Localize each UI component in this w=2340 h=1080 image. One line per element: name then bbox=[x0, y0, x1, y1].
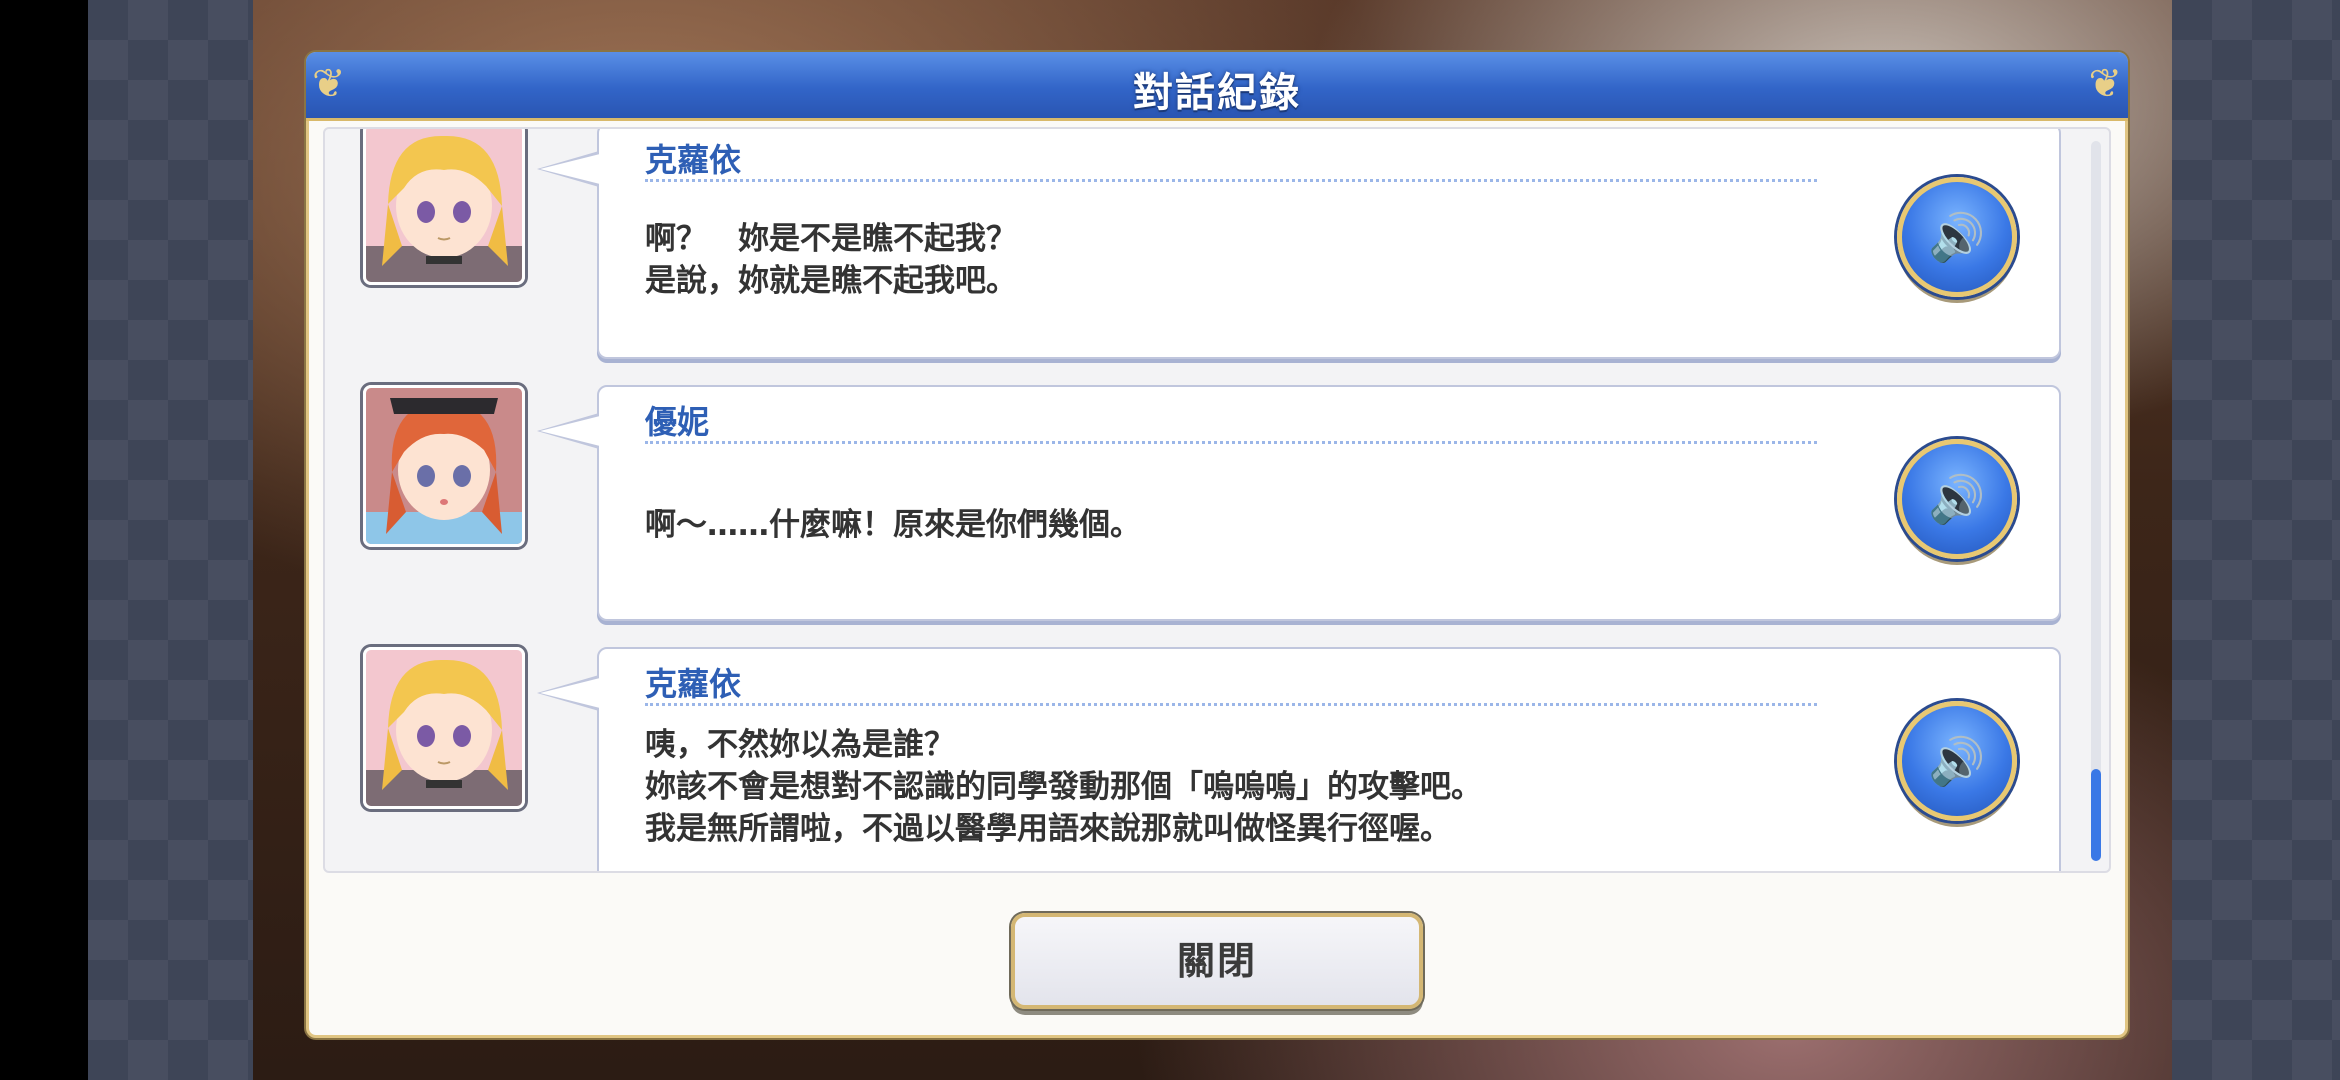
dialog-line: 咦，不然妳以為是誰？ bbox=[645, 727, 955, 763]
close-button-label: 關閉 bbox=[1176, 939, 1257, 983]
scrollbar-thumb[interactable] bbox=[2091, 769, 2101, 861]
left-black-bar bbox=[0, 0, 88, 1080]
log-entry: 克蘿依 咦，不然妳以為是誰？ 妳該不會是想對不認識的同學發動那個「嗚嗚嗚」的攻擊… bbox=[325, 647, 2109, 871]
scrollbar-track[interactable] bbox=[2091, 141, 2101, 861]
speaker-name: 克蘿依 bbox=[645, 665, 742, 703]
dialog-line: 妳該不會是想對不認識的同學發動那個「嗚嗚嗚」的攻擊吧。 bbox=[645, 769, 1482, 805]
name-divider bbox=[645, 441, 1817, 444]
speaker-volume-icon: 🔊 bbox=[1928, 210, 1986, 264]
voice-play-button[interactable]: 🔊 bbox=[1897, 177, 2017, 297]
speaker-volume-icon: 🔊 bbox=[1928, 734, 1986, 788]
bubble-tail bbox=[537, 413, 600, 449]
dialog-line: 啊？ 妳是不是瞧不起我？ bbox=[645, 221, 1017, 257]
voice-play-button[interactable]: 🔊 bbox=[1897, 439, 2017, 559]
dialog-line: 是說，妳就是瞧不起我吧。 bbox=[645, 263, 1017, 299]
name-divider bbox=[645, 179, 1817, 182]
dialog-title: 對話紀錄 bbox=[1133, 70, 1301, 116]
dialog-log-window: ❦ 對話紀錄 ❦ 克蘿依 啊？ 妳是不是瞧不起我？ 是說，妳就是瞧不起我吧。 🔊… bbox=[306, 52, 2128, 1038]
dialog-line: 我是無所謂啦，不過以醫學用語來說那就叫做怪異行徑喔。 bbox=[645, 811, 1451, 847]
bubble-tail bbox=[537, 151, 600, 187]
log-entry: 克蘿依 啊？ 妳是不是瞧不起我？ 是說，妳就是瞧不起我吧。 🔊 bbox=[325, 129, 2109, 363]
portrait-yuni-icon bbox=[366, 388, 522, 544]
dialog-bubble: 克蘿依 啊？ 妳是不是瞧不起我？ 是說，妳就是瞧不起我吧。 🔊 bbox=[537, 129, 2061, 359]
right-background-pattern bbox=[2172, 0, 2340, 1080]
portrait-chloe-icon bbox=[366, 650, 522, 806]
character-portrait-chloe bbox=[363, 647, 525, 809]
portrait-chloe-icon bbox=[366, 129, 522, 282]
speaker-name: 克蘿依 bbox=[645, 141, 742, 179]
dialog-title-bar: ❦ 對話紀錄 ❦ bbox=[306, 52, 2128, 121]
character-portrait-yuni bbox=[363, 385, 525, 547]
dialog-bubble: 克蘿依 咦，不然妳以為是誰？ 妳該不會是想對不認識的同學發動那個「嗚嗚嗚」的攻擊… bbox=[537, 647, 2061, 871]
dialog-log-list[interactable]: 克蘿依 啊？ 妳是不是瞧不起我？ 是說，妳就是瞧不起我吧。 🔊 優妮 啊～……什… bbox=[323, 127, 2111, 873]
voice-play-button[interactable]: 🔊 bbox=[1897, 701, 2017, 821]
character-portrait-chloe bbox=[363, 129, 525, 285]
dialog-line: 啊～……什麼嘛！原來是你們幾個。 bbox=[645, 507, 1141, 543]
name-divider bbox=[645, 703, 1817, 706]
close-button[interactable]: 關閉 bbox=[1011, 913, 1423, 1009]
ornament-left-icon: ❦ bbox=[312, 61, 346, 107]
left-background-pattern bbox=[88, 0, 253, 1080]
dialog-bubble: 優妮 啊～……什麼嘛！原來是你們幾個。 🔊 bbox=[537, 385, 2061, 621]
speaker-volume-icon: 🔊 bbox=[1928, 472, 1986, 526]
bubble-tail bbox=[537, 675, 600, 711]
log-entry: 優妮 啊～……什麼嘛！原來是你們幾個。 🔊 bbox=[325, 385, 2109, 625]
speaker-name: 優妮 bbox=[645, 403, 710, 441]
ornament-right-icon: ❦ bbox=[2088, 61, 2122, 107]
